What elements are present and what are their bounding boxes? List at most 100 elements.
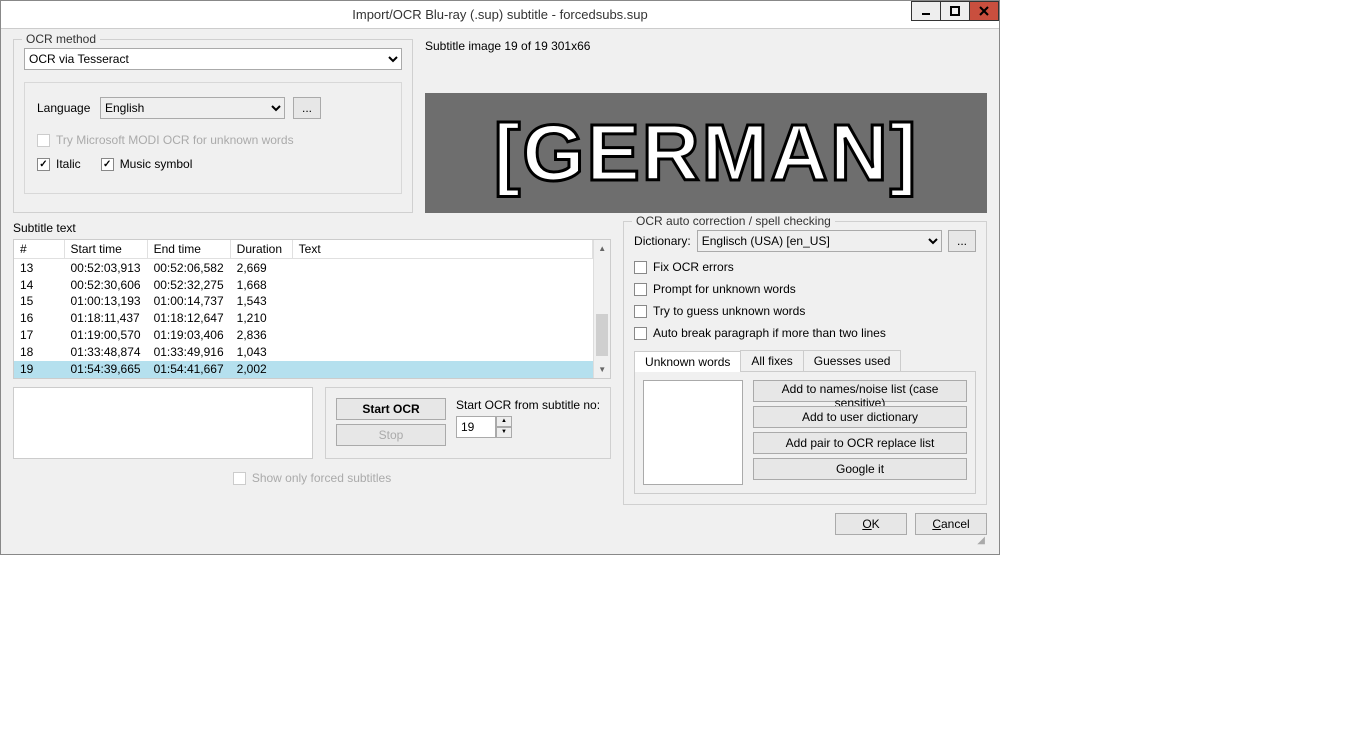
table-cell (292, 344, 593, 361)
dialog-content: OCR method OCR via Tesseract Language En… (1, 29, 999, 554)
spin-up-icon[interactable]: ▲ (496, 416, 512, 427)
ocr-auto-legend: OCR auto correction / spell checking (632, 214, 835, 228)
dictionary-label: Dictionary: (634, 234, 691, 248)
tab-guesses-used[interactable]: Guesses used (803, 350, 902, 371)
table-cell: 01:19:03,406 (147, 327, 230, 344)
prompt-unknown-row[interactable]: Prompt for unknown words (634, 282, 976, 296)
dictionary-browse-button[interactable]: ... (948, 230, 976, 252)
scroll-track[interactable] (594, 257, 610, 361)
prompt-unknown-checkbox[interactable] (634, 283, 647, 296)
table-cell: 15 (14, 293, 64, 310)
add-dict-button[interactable]: Add to user dictionary (753, 406, 967, 428)
italic-checkbox[interactable] (37, 158, 50, 171)
try-guess-checkbox[interactable] (634, 305, 647, 318)
table-row[interactable]: 1701:19:00,57001:19:03,4062,836 (14, 327, 593, 344)
language-browse-button[interactable]: ... (293, 97, 321, 119)
maximize-button[interactable] (940, 1, 970, 21)
minimize-button[interactable] (911, 1, 941, 21)
table-cell (292, 310, 593, 327)
table-cell: 00:52:32,275 (147, 276, 230, 293)
scroll-thumb[interactable] (596, 314, 608, 356)
table-cell: 1,668 (230, 276, 292, 293)
table-cell: 16 (14, 310, 64, 327)
unknown-words-list[interactable] (643, 380, 743, 485)
ocr-method-legend: OCR method (22, 32, 100, 46)
table-row[interactable]: 1400:52:30,60600:52:32,2751,668 (14, 276, 593, 293)
table-cell: 01:54:39,665 (64, 361, 147, 378)
dialog-buttons: OK Cancel (13, 513, 987, 535)
subtitle-table[interactable]: # Start time End time Duration Text 1300… (14, 240, 593, 378)
show-only-checkbox (233, 472, 246, 485)
ocr-method-group: OCR method OCR via Tesseract Language En… (13, 39, 413, 213)
auto-break-checkbox[interactable] (634, 327, 647, 340)
fix-errors-row[interactable]: Fix OCR errors (634, 260, 976, 274)
col-dur-header[interactable]: Duration (230, 240, 292, 259)
table-scrollbar[interactable]: ▲ ▼ (593, 240, 610, 378)
fix-errors-checkbox[interactable] (634, 261, 647, 274)
dictionary-select[interactable]: Englisch (USA) [en_US] (697, 230, 942, 252)
try-guess-row[interactable]: Try to guess unknown words (634, 304, 976, 318)
start-ocr-button[interactable]: Start OCR (336, 398, 446, 420)
close-button[interactable] (969, 1, 999, 21)
table-cell: 01:33:48,874 (64, 344, 147, 361)
prompt-unknown-label: Prompt for unknown words (653, 282, 796, 296)
tab-unknown-words[interactable]: Unknown words (634, 351, 741, 372)
table-row[interactable]: 1501:00:13,19301:00:14,7371,543 (14, 293, 593, 310)
table-cell (292, 293, 593, 310)
music-checkbox[interactable] (101, 158, 114, 171)
scroll-down-icon[interactable]: ▼ (594, 361, 610, 378)
col-text-header[interactable]: Text (292, 240, 593, 259)
auto-break-label: Auto break paragraph if more than two li… (653, 326, 886, 340)
preview-label: Subtitle image 19 of 19 301x66 (425, 39, 987, 53)
table-cell: 13 (14, 259, 64, 277)
table-row[interactable]: 1601:18:11,43701:18:12,6471,210 (14, 310, 593, 327)
music-label: Music symbol (120, 157, 193, 171)
table-row[interactable]: 1801:33:48,87401:33:49,9161,043 (14, 344, 593, 361)
ocr-method-inner: Language English ... Try Microsoft MODI … (24, 82, 402, 194)
google-it-button[interactable]: Google it (753, 458, 967, 480)
tab-all-fixes[interactable]: All fixes (740, 350, 803, 371)
col-start-header[interactable]: Start time (64, 240, 147, 259)
table-cell: 1,543 (230, 293, 292, 310)
show-only-row: Show only forced subtitles (13, 471, 611, 485)
ok-button[interactable]: OK (835, 513, 907, 535)
table-row[interactable]: 1300:52:03,91300:52:06,5822,669 (14, 259, 593, 277)
subtitle-text-legend: Subtitle text (13, 221, 611, 235)
add-names-button[interactable]: Add to names/noise list (case sensitive) (753, 380, 967, 402)
table-row[interactable]: 1901:54:39,66501:54:41,6672,002 (14, 361, 593, 378)
window-title: Import/OCR Blu-ray (.sup) subtitle - for… (1, 7, 999, 22)
italic-row[interactable]: Italic (37, 157, 81, 171)
ocr-controls-group: Start OCR Stop Start OCR from subtitle n… (325, 387, 611, 459)
cancel-button[interactable]: Cancel (915, 513, 987, 535)
text-preview-box (13, 387, 313, 459)
add-pair-button[interactable]: Add pair to OCR replace list (753, 432, 967, 454)
table-cell: 18 (14, 344, 64, 361)
table-cell: 01:18:12,647 (147, 310, 230, 327)
ocr-auto-group: OCR auto correction / spell checking Dic… (623, 221, 987, 505)
spin-down-icon[interactable]: ▼ (496, 427, 512, 438)
show-only-label: Show only forced subtitles (252, 471, 391, 485)
table-cell (292, 327, 593, 344)
subtitle-text-column: Subtitle text # Start time End time Dura… (13, 221, 611, 505)
music-row[interactable]: Music symbol (101, 157, 193, 171)
table-cell (292, 361, 593, 378)
table-cell: 00:52:30,606 (64, 276, 147, 293)
resize-grip-icon[interactable]: ◢ (13, 535, 987, 546)
scroll-up-icon[interactable]: ▲ (594, 240, 610, 257)
ocr-method-select[interactable]: OCR via Tesseract (24, 48, 402, 70)
start-from-label: Start OCR from subtitle no: (456, 398, 600, 412)
start-from-input[interactable] (456, 416, 496, 438)
start-from-spinner[interactable]: ▲ ▼ (456, 416, 600, 438)
col-end-header[interactable]: End time (147, 240, 230, 259)
table-cell: 00:52:06,582 (147, 259, 230, 277)
table-cell: 01:33:49,916 (147, 344, 230, 361)
preview-image-text: [GERMAN] (494, 107, 919, 199)
table-cell: 14 (14, 276, 64, 293)
window-controls (912, 1, 999, 21)
ok-label: K (872, 517, 880, 531)
col-num-header[interactable]: # (14, 240, 64, 259)
auto-break-row[interactable]: Auto break paragraph if more than two li… (634, 326, 976, 340)
table-cell: 2,002 (230, 361, 292, 378)
language-select[interactable]: English (100, 97, 285, 119)
table-cell: 00:52:03,913 (64, 259, 147, 277)
